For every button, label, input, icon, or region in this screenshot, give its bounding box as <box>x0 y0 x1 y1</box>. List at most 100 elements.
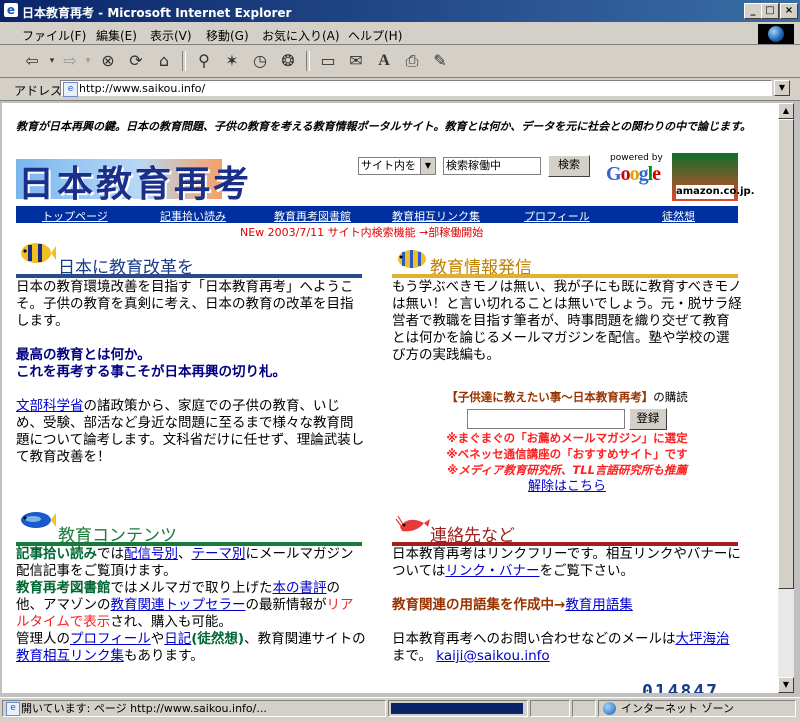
info-paragraph: もう学ぶべきモノは無い、我が子にも既に教育すべきモノは無い！と言い切れることは無… <box>392 279 742 363</box>
search-scope-select[interactable]: サイト内を ▼ <box>358 157 436 175</box>
section-bar-reform <box>16 274 362 278</box>
search-icon[interactable]: ⚲ <box>192 49 216 73</box>
status-text-panel: e 開いています: ページ http://www.saikou.info/... <box>2 700 386 717</box>
profile-link[interactable]: プロフィール <box>70 631 151 647</box>
nav-links[interactable]: 教育相互リンク集 <box>392 208 480 224</box>
contents-library-text-1: ではメルマガで取り上げた <box>110 580 273 596</box>
by-theme-link[interactable]: テーマ別 <box>192 546 246 562</box>
tropical-fish-icon <box>398 250 426 268</box>
mailmag-title-line: 【子供達に教えたい事～日本教育再考】の購読 <box>392 389 742 405</box>
print-icon[interactable]: ⎙ <box>400 49 424 73</box>
link-banner-link[interactable]: リンク・バナー <box>445 563 539 579</box>
ie-icon: e <box>4 3 18 17</box>
amazon-banner[interactable]: amazon.co.jp. <box>672 153 755 201</box>
scroll-up-icon[interactable]: ▲ <box>778 103 794 119</box>
search-scope-value: サイト内を <box>361 159 416 172</box>
contact-glossary: 教育関連の用語集を作成中→教育用語集 <box>392 597 742 614</box>
site-intro: 教育が日本再興の鍵。日本の教育問題、子供の教育を考える教育情報ポータルサイト。教… <box>16 120 752 133</box>
mext-link[interactable]: 文部科学省 <box>16 398 84 414</box>
scroll-thumb[interactable] <box>778 119 794 589</box>
diary-link[interactable]: 日記 <box>164 631 191 647</box>
nav-diary[interactable]: 徒然想 <box>662 208 695 224</box>
address-dropdown-icon[interactable]: ▼ <box>774 80 790 96</box>
history-icon[interactable]: ◷ <box>248 49 272 73</box>
mailmag-form: 登録 <box>392 408 742 430</box>
diary-label: (徒然想) <box>191 631 245 647</box>
menu-file[interactable]: ファイル(F) <box>22 27 86 44</box>
unsubscribe-link[interactable]: 解除はこちら <box>528 479 606 494</box>
recommendation-1: ※まぐまぐの「お薦めメールマガジン」に選定 <box>446 431 688 445</box>
nav-top[interactable]: トップページ <box>42 208 108 224</box>
toolbar: ⇦ ▾ ⇨ ▾ ⊗ ⟳ ⌂ ⚲ ✶ ◷ ❂ ▭ ✉ A ⎙ ✎ <box>0 45 800 78</box>
progress-bar <box>391 703 523 714</box>
mailmag-subscribe-label: の購読 <box>653 390 688 404</box>
search-input[interactable]: 検索稼働中 <box>443 157 541 175</box>
favorites-icon[interactable]: ✶ <box>220 49 244 73</box>
google-logo[interactable]: powered by Google <box>604 153 668 187</box>
site-logo[interactable]: 日本教育再考 <box>16 153 249 205</box>
ie-throbber-icon <box>758 24 794 44</box>
menu-help[interactable]: ヘルプ(H) <box>348 27 402 44</box>
google-wordmark: Google <box>606 163 661 185</box>
status-panel-empty <box>530 700 570 717</box>
nav-profile[interactable]: プロフィール <box>524 208 590 224</box>
search-button[interactable]: 検索 <box>548 155 590 177</box>
glossary-note: 教育関連の用語集を作成中→ <box>392 597 566 613</box>
channels-icon[interactable]: ❂ <box>276 49 300 73</box>
font-icon[interactable]: A <box>372 49 396 73</box>
register-button[interactable]: 登録 <box>628 408 667 430</box>
refresh-icon[interactable]: ⟳ <box>124 49 148 73</box>
recommendation-2: ※ベネッセ通信講座の「おすすめサイト」です <box>446 447 688 461</box>
blue-fish-icon <box>21 512 56 528</box>
by-issue-link[interactable]: 配信号別 <box>124 546 178 562</box>
email-field[interactable] <box>467 409 626 429</box>
amazon-label: amazon.co.jp. <box>676 185 755 199</box>
stop-icon[interactable]: ⊗ <box>96 49 120 73</box>
status-panel-empty <box>572 700 596 717</box>
contents-profile-text-4: もあります。 <box>124 648 204 664</box>
author-link[interactable]: 大坪海治 <box>676 631 730 647</box>
book-review-link[interactable]: 本の書評 <box>273 580 327 596</box>
address-url: http://www.saikou.info/ <box>79 82 206 95</box>
search-input-value: 検索稼働中 <box>446 159 501 172</box>
address-label: アドレス <box>14 84 63 98</box>
title-bar: e 日本教育再考 - Microsoft Internet Explorer _… <box>0 0 800 22</box>
window-title: 日本教育再考 - Microsoft Internet Explorer <box>22 6 292 20</box>
contents-profile-text: 管理人のプロフィールや日記(徒然想)、教育関連サイトの教育相互リンク集もあります… <box>16 631 366 665</box>
menu-bar: ファイル(F) 編集(E) 表示(V) 移動(G) お気に入り(A) ヘルプ(H… <box>0 22 800 45</box>
edit-icon[interactable]: ✎ <box>428 49 452 73</box>
minimize-button[interactable]: _ <box>744 3 762 19</box>
nav-bar: トップページ 記事拾い読み 教育再考図書館 教育相互リンク集 プロフィール 徒然… <box>16 206 738 223</box>
contents-profile-text-1: 管理人の <box>16 631 70 647</box>
menu-edit[interactable]: 編集(E) <box>96 27 137 44</box>
nav-articles[interactable]: 記事拾い読み <box>160 208 226 224</box>
glossary-link[interactable]: 教育用語集 <box>565 597 633 613</box>
email-link[interactable]: kaiji@saikou.info <box>436 648 549 664</box>
vertical-scrollbar[interactable]: ▲ ▼ <box>778 103 794 693</box>
home-icon[interactable]: ⌂ <box>152 49 176 73</box>
recommendation-3: ※メディア教育研究所、TLL言語研究所も推薦 <box>447 463 687 477</box>
news-ticker: NEw 2003/7/11 サイト内検索機能 →部稼働開始 <box>240 226 484 239</box>
close-button[interactable]: × <box>780 3 798 19</box>
menu-go[interactable]: 移動(G) <box>206 27 249 44</box>
mail-icon[interactable]: ✉ <box>344 49 368 73</box>
contents-profile-text-2: や <box>150 631 165 647</box>
maximize-button[interactable]: □ <box>761 3 779 19</box>
address-input[interactable]: e http://www.saikou.info/ <box>60 80 772 97</box>
reform-slogan-1: 最高の教育とは何か。 <box>16 347 151 363</box>
mutual-links-link[interactable]: 教育相互リンク集 <box>16 648 124 664</box>
menu-view[interactable]: 表示(V) <box>150 27 192 44</box>
menu-favorites[interactable]: お気に入り(A) <box>262 27 340 44</box>
mailmag-title: 【子供達に教えたい事～日本教育再考】 <box>446 390 654 404</box>
reform-paragraph-2: 文部科学省の諸政策から、家庭での子供の教育、いじめ、受験、部活など身近な問題に至… <box>16 398 366 466</box>
logo-text: 日本教育再考 <box>18 163 253 205</box>
tropical-fish-icon <box>21 243 56 263</box>
fullscreen-icon[interactable]: ▭ <box>316 49 340 73</box>
nav-library[interactable]: 教育再考図書館 <box>274 208 351 224</box>
contents-articles-sep: 、 <box>178 546 192 562</box>
contents-profile-text-3: 、教育関連サイトの <box>244 631 366 647</box>
top-sellers-link[interactable]: 教育関連トップセラー <box>111 597 246 613</box>
chevron-down-icon: ▼ <box>420 158 435 174</box>
section-body-info: もう学ぶべきモノは無い、我が子にも既に教育すべきモノは無い！と言い切れることは無… <box>392 279 742 364</box>
scroll-down-icon[interactable]: ▼ <box>778 677 794 693</box>
